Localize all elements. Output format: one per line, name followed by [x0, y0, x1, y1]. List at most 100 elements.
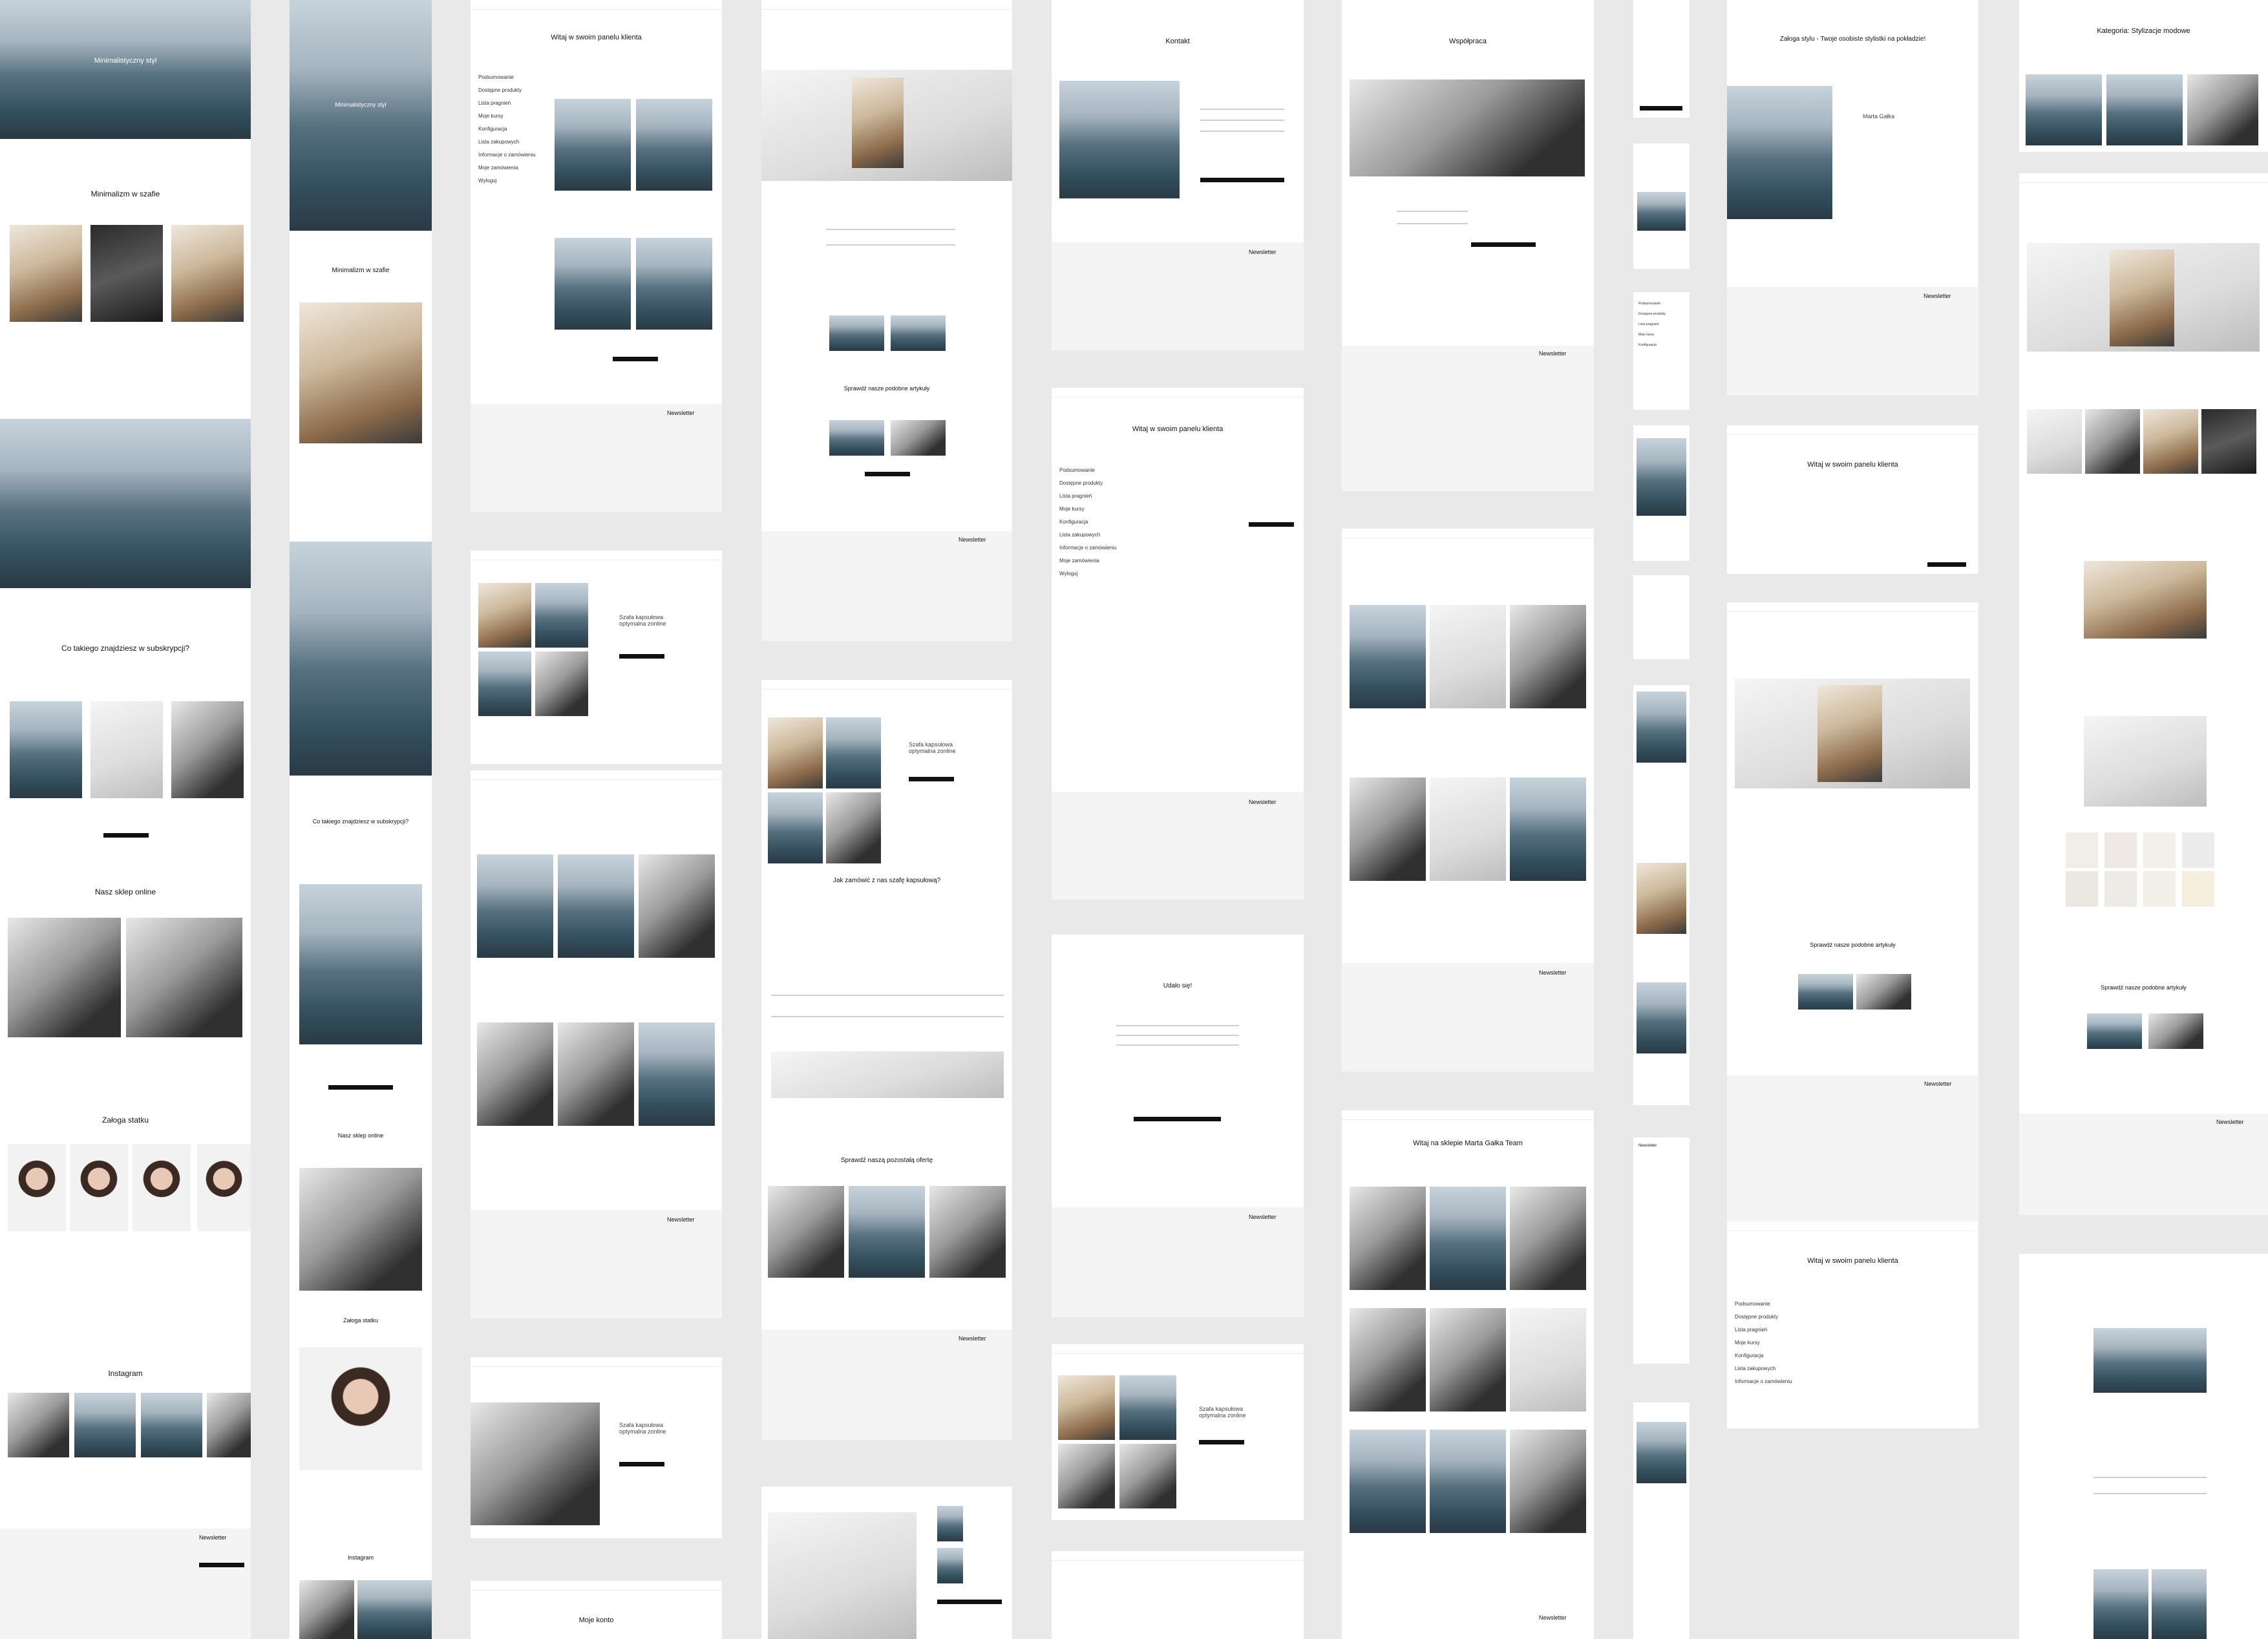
load-more-button[interactable] [613, 357, 658, 361]
product-image[interactable] [535, 583, 588, 648]
category-image[interactable] [2106, 74, 2183, 145]
category-image[interactable] [2026, 74, 2102, 145]
account-menu[interactable]: Podsumowanie Dostępne produkty Lista pra… [1735, 1298, 1792, 1388]
category-image[interactable] [2187, 74, 2258, 145]
listing-image[interactable] [1430, 1308, 1506, 1412]
listing-image[interactable] [1350, 605, 1426, 708]
menu-item[interactable]: Wyloguj [1059, 567, 1116, 580]
listing-image[interactable] [1510, 777, 1586, 881]
listing-image[interactable] [1350, 1430, 1426, 1533]
subscription-image[interactable] [90, 701, 163, 798]
listing-image[interactable] [558, 854, 634, 958]
shop-image[interactable] [126, 918, 242, 1037]
product-image[interactable] [2085, 409, 2140, 474]
form-field[interactable] [1397, 223, 1468, 224]
account-menu[interactable]: Podsumowanie Dostępne produkty Lista pra… [1638, 299, 1666, 350]
send-button[interactable] [1471, 242, 1536, 247]
article-image[interactable] [636, 238, 712, 330]
add-to-cart-button[interactable] [619, 1462, 664, 1466]
related-image[interactable] [829, 315, 884, 351]
product-image[interactable] [1119, 1444, 1176, 1508]
menu-item[interactable]: Konfiguracja [478, 123, 535, 136]
listing-image[interactable] [477, 854, 553, 958]
form-field[interactable] [1200, 120, 1284, 121]
shop-image[interactable] [299, 1168, 422, 1291]
menu-item[interactable]: Moje kursy [1638, 330, 1666, 340]
menu-item[interactable]: Lista pragnień [1059, 490, 1116, 503]
listing-image[interactable] [1430, 605, 1506, 708]
save-button[interactable] [1249, 522, 1294, 527]
listing-image[interactable] [1430, 1187, 1506, 1290]
menu-item[interactable]: Lista zakupowych [478, 136, 535, 149]
product-image[interactable] [826, 717, 881, 788]
subscription-image[interactable] [171, 701, 244, 798]
more-button[interactable] [865, 472, 910, 476]
save-button[interactable] [1927, 562, 1966, 567]
instagram-image[interactable] [207, 1393, 251, 1457]
listing-image[interactable] [1510, 1308, 1586, 1412]
menu-item[interactable]: Dostępne produkty [1735, 1311, 1792, 1324]
menu-item[interactable]: Podsumowanie [1638, 299, 1666, 309]
product-image[interactable] [826, 792, 881, 863]
continue-button[interactable] [1134, 1117, 1221, 1121]
listing-image[interactable] [558, 1022, 634, 1126]
related-product[interactable] [2148, 1013, 2203, 1049]
offer-image[interactable] [768, 1186, 844, 1278]
menu-item[interactable]: Podsumowanie [478, 71, 535, 84]
product-image[interactable] [90, 225, 163, 322]
checkout-button[interactable] [937, 1600, 1002, 1604]
article-image[interactable] [636, 99, 712, 191]
listing-image[interactable] [1350, 777, 1426, 881]
product-image[interactable] [478, 651, 531, 716]
form-field[interactable] [1200, 131, 1284, 132]
product-image[interactable] [2201, 409, 2256, 474]
menu-item[interactable]: Podsumowanie [1735, 1298, 1792, 1311]
product-image[interactable] [299, 302, 422, 443]
product-image[interactable] [10, 225, 82, 322]
listing-image[interactable] [1510, 1430, 1586, 1533]
menu-item[interactable]: Moje zamówienia [478, 162, 535, 174]
more-button[interactable] [328, 1085, 393, 1090]
related-product[interactable] [1798, 974, 1853, 1010]
menu-item[interactable]: Dostępne produkty [1059, 477, 1116, 490]
newsletter-button[interactable] [199, 1563, 244, 1567]
product-image[interactable] [171, 225, 244, 322]
listing-image[interactable] [1350, 1187, 1426, 1290]
listing-image[interactable] [1350, 1308, 1426, 1412]
menu-item[interactable]: Podsumowanie [1059, 464, 1116, 477]
menu-item[interactable]: Informacje o zamówieniu [1735, 1375, 1792, 1388]
product-image[interactable] [1058, 1444, 1115, 1508]
menu-item[interactable]: Wyloguj [478, 174, 535, 187]
account-menu[interactable]: Podsumowanie Dostępne produkty Lista pra… [478, 71, 535, 187]
shop-image[interactable] [8, 918, 121, 1037]
menu-item[interactable]: Moje kursy [478, 110, 535, 123]
subscription-image[interactable] [10, 701, 82, 798]
menu-item[interactable]: Informacje o zamówieniu [1059, 542, 1116, 555]
instagram-image[interactable] [299, 1580, 354, 1639]
listing-image[interactable] [1430, 1430, 1506, 1533]
listing-image[interactable] [477, 1022, 553, 1126]
instagram-image[interactable] [141, 1393, 202, 1457]
offer-image[interactable] [849, 1186, 925, 1278]
related-product[interactable] [2087, 1013, 2142, 1049]
menu-item[interactable]: Lista pragnień [478, 97, 535, 110]
menu-item[interactable]: Informacje o zamówieniu [478, 149, 535, 162]
product-image[interactable] [1058, 1375, 1115, 1440]
form-field[interactable] [1397, 211, 1468, 212]
article-image[interactable] [555, 99, 631, 191]
product-image[interactable] [478, 583, 531, 648]
instagram-image[interactable] [74, 1393, 136, 1457]
related-image[interactable] [891, 315, 946, 351]
instagram-image[interactable] [357, 1580, 432, 1639]
menu-item[interactable]: Moje zamówienia [1059, 555, 1116, 567]
product-image[interactable] [768, 717, 823, 788]
add-to-cart-button[interactable] [909, 777, 954, 781]
menu-item[interactable]: Lista pragnień [1638, 319, 1666, 330]
product-image[interactable] [1119, 1375, 1176, 1440]
add-to-cart-button[interactable] [1199, 1440, 1244, 1444]
account-menu[interactable]: Podsumowanie Dostępne produkty Lista pra… [1059, 464, 1116, 580]
listing-image[interactable] [639, 1022, 715, 1126]
form-field[interactable] [1200, 109, 1284, 110]
menu-item[interactable]: Moje kursy [1059, 503, 1116, 516]
menu-item[interactable]: Lista pragnień [1735, 1324, 1792, 1337]
